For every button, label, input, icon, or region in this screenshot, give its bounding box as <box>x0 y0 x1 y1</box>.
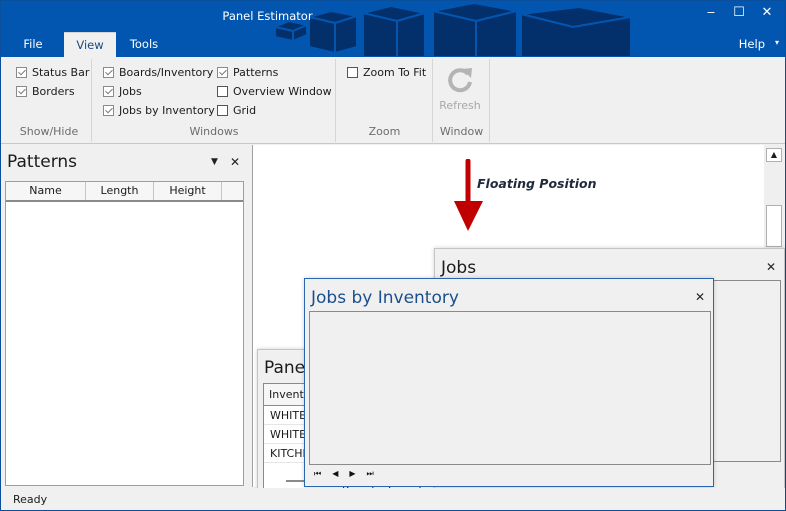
last-record-icon[interactable]: ⏭ <box>367 469 374 479</box>
checkbox-zoom-to-fit[interactable]: Zoom To Fit <box>347 66 426 79</box>
dropdown-icon[interactable]: ▼ <box>211 157 218 167</box>
ribbon: Status Bar Borders Show/Hide Boards/Inve… <box>1 57 785 144</box>
checkbox-unchecked-icon <box>347 67 358 78</box>
app-window: Panel Estimator ‒ ☐ ✕ File View Tools He… <box>0 0 786 511</box>
checkbox-overview-window[interactable]: Overview Window <box>217 85 332 98</box>
checkbox-boards-inventory[interactable]: Boards/Inventory <box>103 66 213 79</box>
jobs-by-inventory-title: Jobs by Inventory <box>311 288 459 308</box>
status-bar: Ready <box>1 488 785 510</box>
status-text: Ready <box>13 493 48 506</box>
patterns-grid: Name Length Height <box>5 181 244 486</box>
help-menu[interactable]: Help <box>739 37 765 51</box>
record-navigator: ⏮ ◀ ▶ ⏭ <box>314 469 374 479</box>
title-bar: Panel Estimator ‒ ☐ ✕ File View Tools He… <box>1 1 785 57</box>
tab-tools[interactable]: Tools <box>121 32 167 57</box>
close-button[interactable]: ✕ <box>753 5 781 20</box>
panel-window-title: Panel <box>264 358 310 378</box>
checkbox-checked-icon <box>103 67 114 78</box>
column-header-length[interactable]: Length <box>86 182 154 200</box>
group-label: Window <box>439 125 484 138</box>
minimize-button[interactable]: ‒ <box>697 5 725 20</box>
chevron-down-icon[interactable]: ▾ <box>775 38 779 47</box>
jobs-by-inventory-floating-window: Jobs by Inventory ✕ ⏮ ◀ ▶ ⏭ <box>304 278 714 487</box>
checkbox-jobs[interactable]: Jobs <box>103 85 142 98</box>
checkbox-checked-icon <box>103 105 114 116</box>
tab-view[interactable]: View <box>64 32 116 57</box>
close-icon[interactable]: ✕ <box>230 155 240 169</box>
column-header-height[interactable]: Height <box>154 182 222 200</box>
checkbox-checked-icon <box>16 67 27 78</box>
close-icon: ✕ <box>761 5 773 20</box>
arrow-down-icon <box>454 159 483 231</box>
jobs-by-inventory-grid <box>309 311 711 465</box>
group-zoom: Zoom To Fit Zoom <box>337 59 433 142</box>
patterns-panel: Patterns ▼ ✕ Name Length Height <box>1 145 246 487</box>
checkbox-status-bar[interactable]: Status Bar <box>16 66 89 79</box>
group-label: Show/Hide <box>19 125 79 138</box>
checkbox-patterns[interactable]: Patterns <box>217 66 278 79</box>
group-windows: Boards/Inventory Jobs Jobs by Inventory … <box>93 59 336 142</box>
maximize-icon: ☐ <box>733 5 745 20</box>
column-header-name[interactable]: Name <box>6 182 86 200</box>
scroll-up-button[interactable]: ▲ <box>766 148 782 162</box>
checkbox-checked-icon <box>217 67 228 78</box>
refresh-button[interactable]: Refresh <box>439 65 481 112</box>
next-record-icon[interactable]: ▶ <box>349 469 355 479</box>
group-label: Zoom <box>368 125 401 138</box>
grid-header: Name Length Height <box>6 182 243 202</box>
tab-file[interactable]: File <box>11 32 55 57</box>
window-title: Panel Estimator <box>222 9 313 23</box>
checkbox-checked-icon <box>103 86 114 97</box>
checkbox-unchecked-icon <box>217 86 228 97</box>
group-show-hide: Status Bar Borders Show/Hide <box>7 59 92 142</box>
close-icon[interactable]: ✕ <box>695 290 705 304</box>
panel-title: Patterns <box>7 152 78 172</box>
group-label: Windows <box>189 125 239 138</box>
group-window: Refresh Window <box>434 59 490 142</box>
close-icon[interactable]: ✕ <box>766 260 776 274</box>
jobs-window-title: Jobs <box>441 258 477 278</box>
checkbox-grid[interactable]: Grid <box>217 104 256 117</box>
scroll-thumb[interactable] <box>766 205 782 247</box>
prev-record-icon[interactable]: ◀ <box>332 469 338 479</box>
minimize-icon: ‒ <box>706 5 716 20</box>
checkbox-jobs-by-inventory[interactable]: Jobs by Inventory <box>103 104 215 117</box>
first-record-icon[interactable]: ⏮ <box>314 469 321 479</box>
checkbox-borders[interactable]: Borders <box>16 85 75 98</box>
refresh-icon <box>448 68 472 93</box>
floating-position-label: Floating Position <box>477 176 597 191</box>
checkbox-unchecked-icon <box>217 105 228 116</box>
checkbox-checked-icon <box>16 86 27 97</box>
maximize-button[interactable]: ☐ <box>725 5 753 20</box>
